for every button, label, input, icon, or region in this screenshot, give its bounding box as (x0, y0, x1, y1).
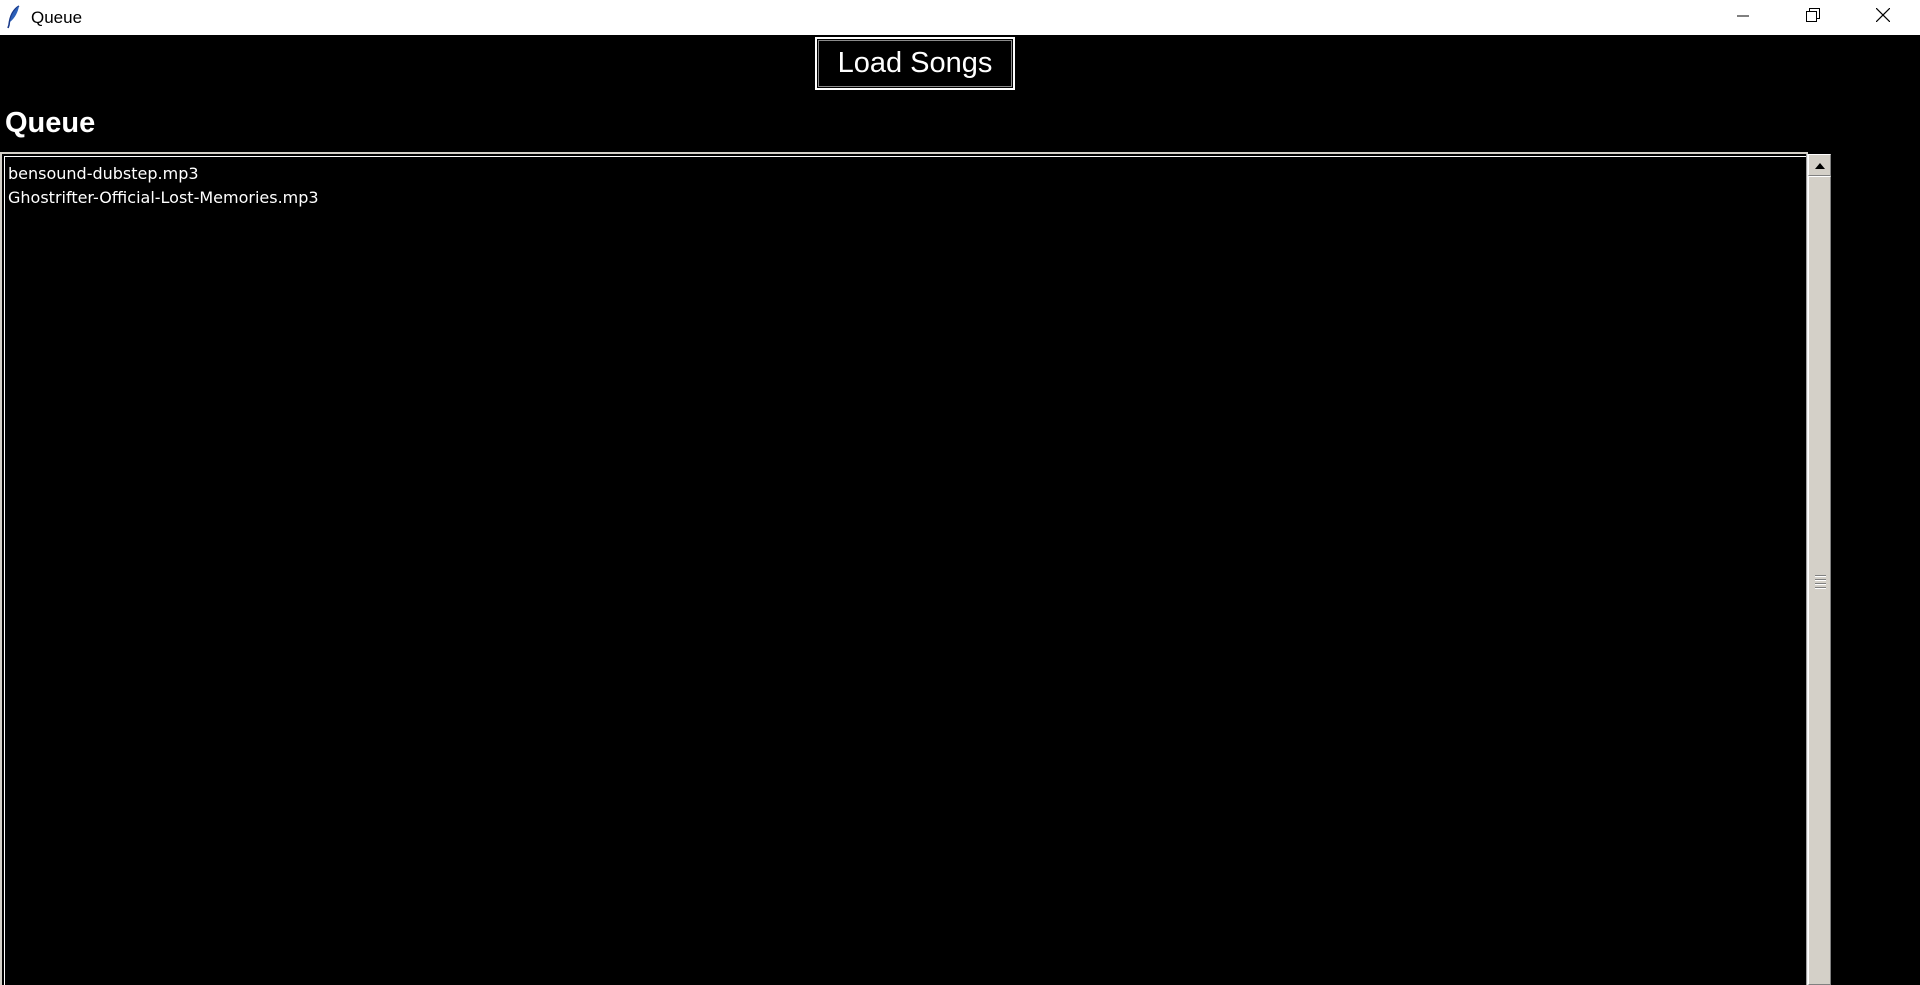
feather-icon (6, 5, 22, 29)
app-window: Queue Load Songs Queue bensound-dubstep.… (0, 0, 1920, 985)
scroll-up-button[interactable] (1808, 154, 1831, 176)
close-icon (1875, 7, 1891, 27)
title-bar[interactable]: Queue (0, 0, 1920, 35)
grip-icon (1815, 575, 1826, 591)
queue-listbox[interactable]: bensound-dubstep.mp3 Ghostrifter-Officia… (0, 152, 1808, 985)
window-title: Queue (31, 8, 83, 27)
list-item[interactable]: bensound-dubstep.mp3 (8, 162, 319, 186)
arrow-up-icon (1814, 156, 1825, 174)
vertical-scrollbar[interactable] (1806, 154, 1831, 985)
list-item[interactable]: Ghostrifter-Official-Lost-Memories.mp3 (8, 186, 319, 210)
scroll-thumb[interactable] (1808, 176, 1831, 985)
listbox-frame: bensound-dubstep.mp3 Ghostrifter-Officia… (4, 156, 1808, 985)
restore-button[interactable] (1778, 0, 1848, 35)
queue-heading: Queue (5, 107, 96, 139)
close-button[interactable] (1848, 0, 1918, 35)
minimize-icon (1737, 9, 1749, 27)
queue-list: bensound-dubstep.mp3 Ghostrifter-Officia… (8, 162, 319, 210)
load-songs-button[interactable]: Load Songs (815, 37, 1015, 90)
restore-icon (1806, 8, 1820, 27)
minimize-button[interactable] (1708, 0, 1778, 35)
